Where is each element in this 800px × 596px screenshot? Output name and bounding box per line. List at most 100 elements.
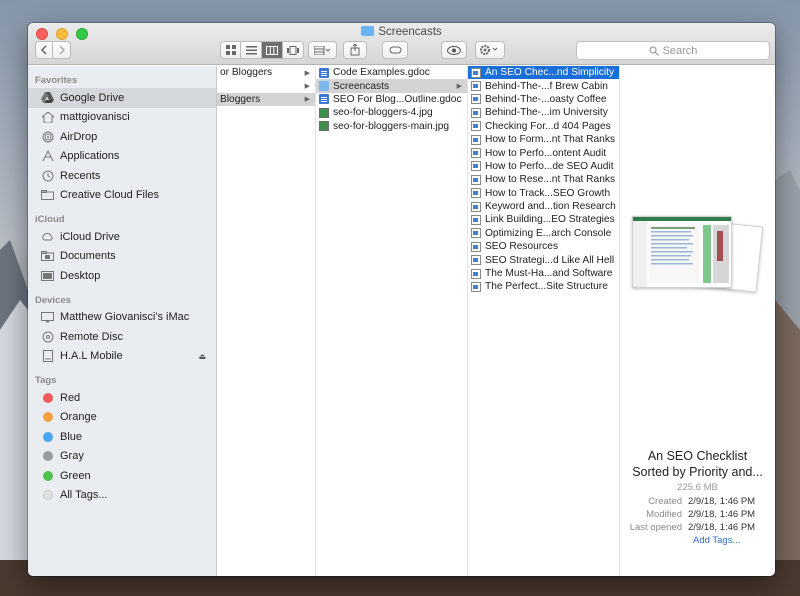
icon-view-button[interactable] — [220, 41, 241, 59]
preview-opened-row: Last opened 2/9/18, 1:46 PM — [620, 521, 775, 534]
quick-look-button[interactable] — [441, 41, 467, 59]
video-file-icon — [471, 188, 481, 199]
video-file-icon — [471, 241, 481, 252]
back-button[interactable] — [35, 41, 53, 59]
screencast-file-item[interactable]: Checking For...d 404 Pages — [468, 120, 619, 133]
disclosure-arrow-icon: ▶ — [456, 83, 462, 91]
tag-color-dot-icon — [41, 391, 54, 404]
screencast-file-item[interactable]: SEO Strategi...d Like All Hell — [468, 253, 619, 266]
screencast-file-item[interactable]: Optimizing E...arch Console — [468, 227, 619, 240]
sidebar-item-documents[interactable]: Documents — [28, 247, 216, 267]
group-by-button[interactable] — [308, 41, 337, 59]
video-file-icon — [471, 81, 481, 92]
tag-icon — [389, 46, 401, 54]
sidebar-item-remote-disc[interactable]: Remote Disc — [28, 327, 216, 347]
sidebar-item-label: Remote Disc — [60, 330, 123, 343]
gallery-view-button[interactable] — [283, 41, 304, 59]
column-2-item[interactable]: SEO For Blog...Outline.gdoc — [316, 93, 467, 106]
sidebar-item-applications[interactable]: Applications — [28, 147, 216, 167]
preview-modified-row: Modified 2/9/18, 1:46 PM — [620, 508, 775, 521]
gallery-icon — [287, 45, 299, 55]
video-file-icon — [471, 228, 481, 239]
video-file-icon — [471, 67, 481, 78]
sidebar-item-orange[interactable]: Orange — [28, 408, 216, 428]
screencast-file-item[interactable]: An SEO Chec...nd Simplicity — [468, 66, 619, 80]
screencast-file-item[interactable]: SEO Resources — [468, 240, 619, 253]
tags-button[interactable] — [382, 41, 408, 59]
screencast-file-item[interactable]: How to Form...nt That Ranks — [468, 133, 619, 146]
chevron-right-icon — [58, 45, 65, 55]
screencast-file-item[interactable]: The Perfect...Site Structure — [468, 280, 619, 293]
gear-icon — [480, 45, 498, 55]
opened-label: Last opened — [629, 522, 682, 533]
screencast-file-item[interactable]: How to Perfo...ontent Audit — [468, 146, 619, 159]
screencast-file-item[interactable]: The Must-Ha...and Software — [468, 267, 619, 280]
screencast-file-item[interactable]: Behind-The-...im University — [468, 106, 619, 119]
sidebar-item-recents[interactable]: Recents — [28, 166, 216, 186]
image-file-icon — [319, 107, 329, 118]
column-2-item[interactable]: Screencasts ▶ — [316, 79, 467, 93]
screencast-file-item[interactable]: How to Rese...nt That Ranks — [468, 173, 619, 186]
imac-icon — [41, 311, 54, 324]
screenshot-thumbnail-image — [633, 217, 731, 287]
disc-icon — [41, 330, 54, 343]
column-2-item[interactable]: Code Examples.gdoc — [316, 66, 467, 79]
column-view-button[interactable] — [262, 41, 283, 59]
column-2-item[interactable]: seo-for-bloggers-main.jpg — [316, 120, 467, 133]
screencast-file-item[interactable]: How to Track...SEO Growth — [468, 187, 619, 200]
sidebar-item-label: Desktop — [60, 269, 101, 282]
sidebar-item-gray[interactable]: Gray — [28, 447, 216, 467]
sidebar-item-icloud-drive[interactable]: iCloud Drive — [28, 227, 216, 247]
list-view-button[interactable] — [241, 41, 262, 59]
image-file-icon — [319, 121, 329, 132]
screencast-file-item[interactable]: Link Building...EO Strategies — [468, 213, 619, 226]
tag-color-dot-icon — [41, 411, 54, 424]
sidebar-item-label: H.A.L Mobile — [60, 350, 123, 363]
tag-color-dot-icon — [41, 430, 54, 443]
column-1: or Bloggers ▶ ▶ Bloggers ▶ — [217, 66, 316, 576]
sidebar: Favorites Google Drive mattgiovanisci AirD… — [28, 66, 217, 576]
clock-icon — [41, 169, 54, 182]
column-3: An SEO Chec...nd Simplicity Behind-The-..… — [468, 66, 620, 576]
documents-icon — [41, 250, 54, 263]
video-file-icon — [471, 94, 481, 105]
search-icon — [648, 45, 659, 56]
screencast-file-item[interactable]: How to Perfo...de SEO Audit — [468, 160, 619, 173]
sidebar-item-label: Matthew Giovanisci's iMac — [60, 311, 190, 324]
view-switcher — [220, 41, 304, 59]
sidebar-item-red[interactable]: Red — [28, 388, 216, 408]
sidebar-item-mattgiovanisci[interactable]: mattgiovanisci — [28, 108, 216, 128]
devices-list: Matthew Giovanisci's iMac Remote Disc H.A.… — [28, 308, 216, 367]
column-1-item[interactable]: or Bloggers ▶ — [217, 66, 315, 79]
sidebar-item-blue[interactable]: Blue — [28, 427, 216, 447]
gdoc-icon — [319, 67, 329, 78]
sidebar-item-label: Creative Cloud Files — [60, 189, 160, 202]
forward-button[interactable] — [53, 41, 71, 59]
sidebar-item-label: Applications — [60, 150, 120, 163]
column-2-item[interactable]: seo-for-bloggers-4.jpg — [316, 106, 467, 119]
sidebar-item-google-drive[interactable]: Google Drive — [28, 88, 216, 108]
video-file-icon — [471, 148, 481, 159]
column-1-item[interactable]: ▶ — [217, 79, 315, 92]
screencast-file-item[interactable]: Behind-The-...oasty Coffee — [468, 93, 619, 106]
screencast-file-item[interactable]: Keyword and...tion Research — [468, 200, 619, 213]
sidebar-item-creative-cloud-files[interactable]: Creative Cloud Files — [28, 186, 216, 206]
sidebar-item-h-a-l-mobile[interactable]: H.A.L Mobile ⏏ — [28, 347, 216, 367]
eject-icon[interactable]: ⏏ — [198, 352, 206, 361]
preview-title-line-2: Sorted by Priority and... — [632, 465, 763, 479]
disclosure-arrow-icon: ▶ — [304, 69, 310, 77]
sidebar-item-all-tags[interactable]: All Tags... — [28, 486, 216, 506]
screencast-file-item[interactable]: Behind-The-...f Brew Cabin — [468, 79, 619, 92]
sidebar-item-matthew-giovanisci-s-imac[interactable]: Matthew Giovanisci's iMac — [28, 308, 216, 328]
sidebar-item-green[interactable]: Green — [28, 466, 216, 486]
share-button[interactable] — [343, 41, 367, 59]
sidebar-item-desktop[interactable]: Desktop — [28, 266, 216, 286]
sidebar-item-airdrop[interactable]: AirDrop — [28, 127, 216, 147]
search-field[interactable]: Search — [576, 41, 770, 60]
action-button[interactable] — [475, 41, 505, 59]
add-tags-link[interactable]: Add Tags... — [693, 535, 775, 546]
finder-content: Favorites Google Drive mattgiovanisci AirD… — [28, 66, 775, 576]
column-1-item[interactable]: Bloggers ▶ — [217, 92, 315, 107]
cloud-icon — [41, 230, 54, 243]
sidebar-item-label: Green — [60, 469, 91, 482]
